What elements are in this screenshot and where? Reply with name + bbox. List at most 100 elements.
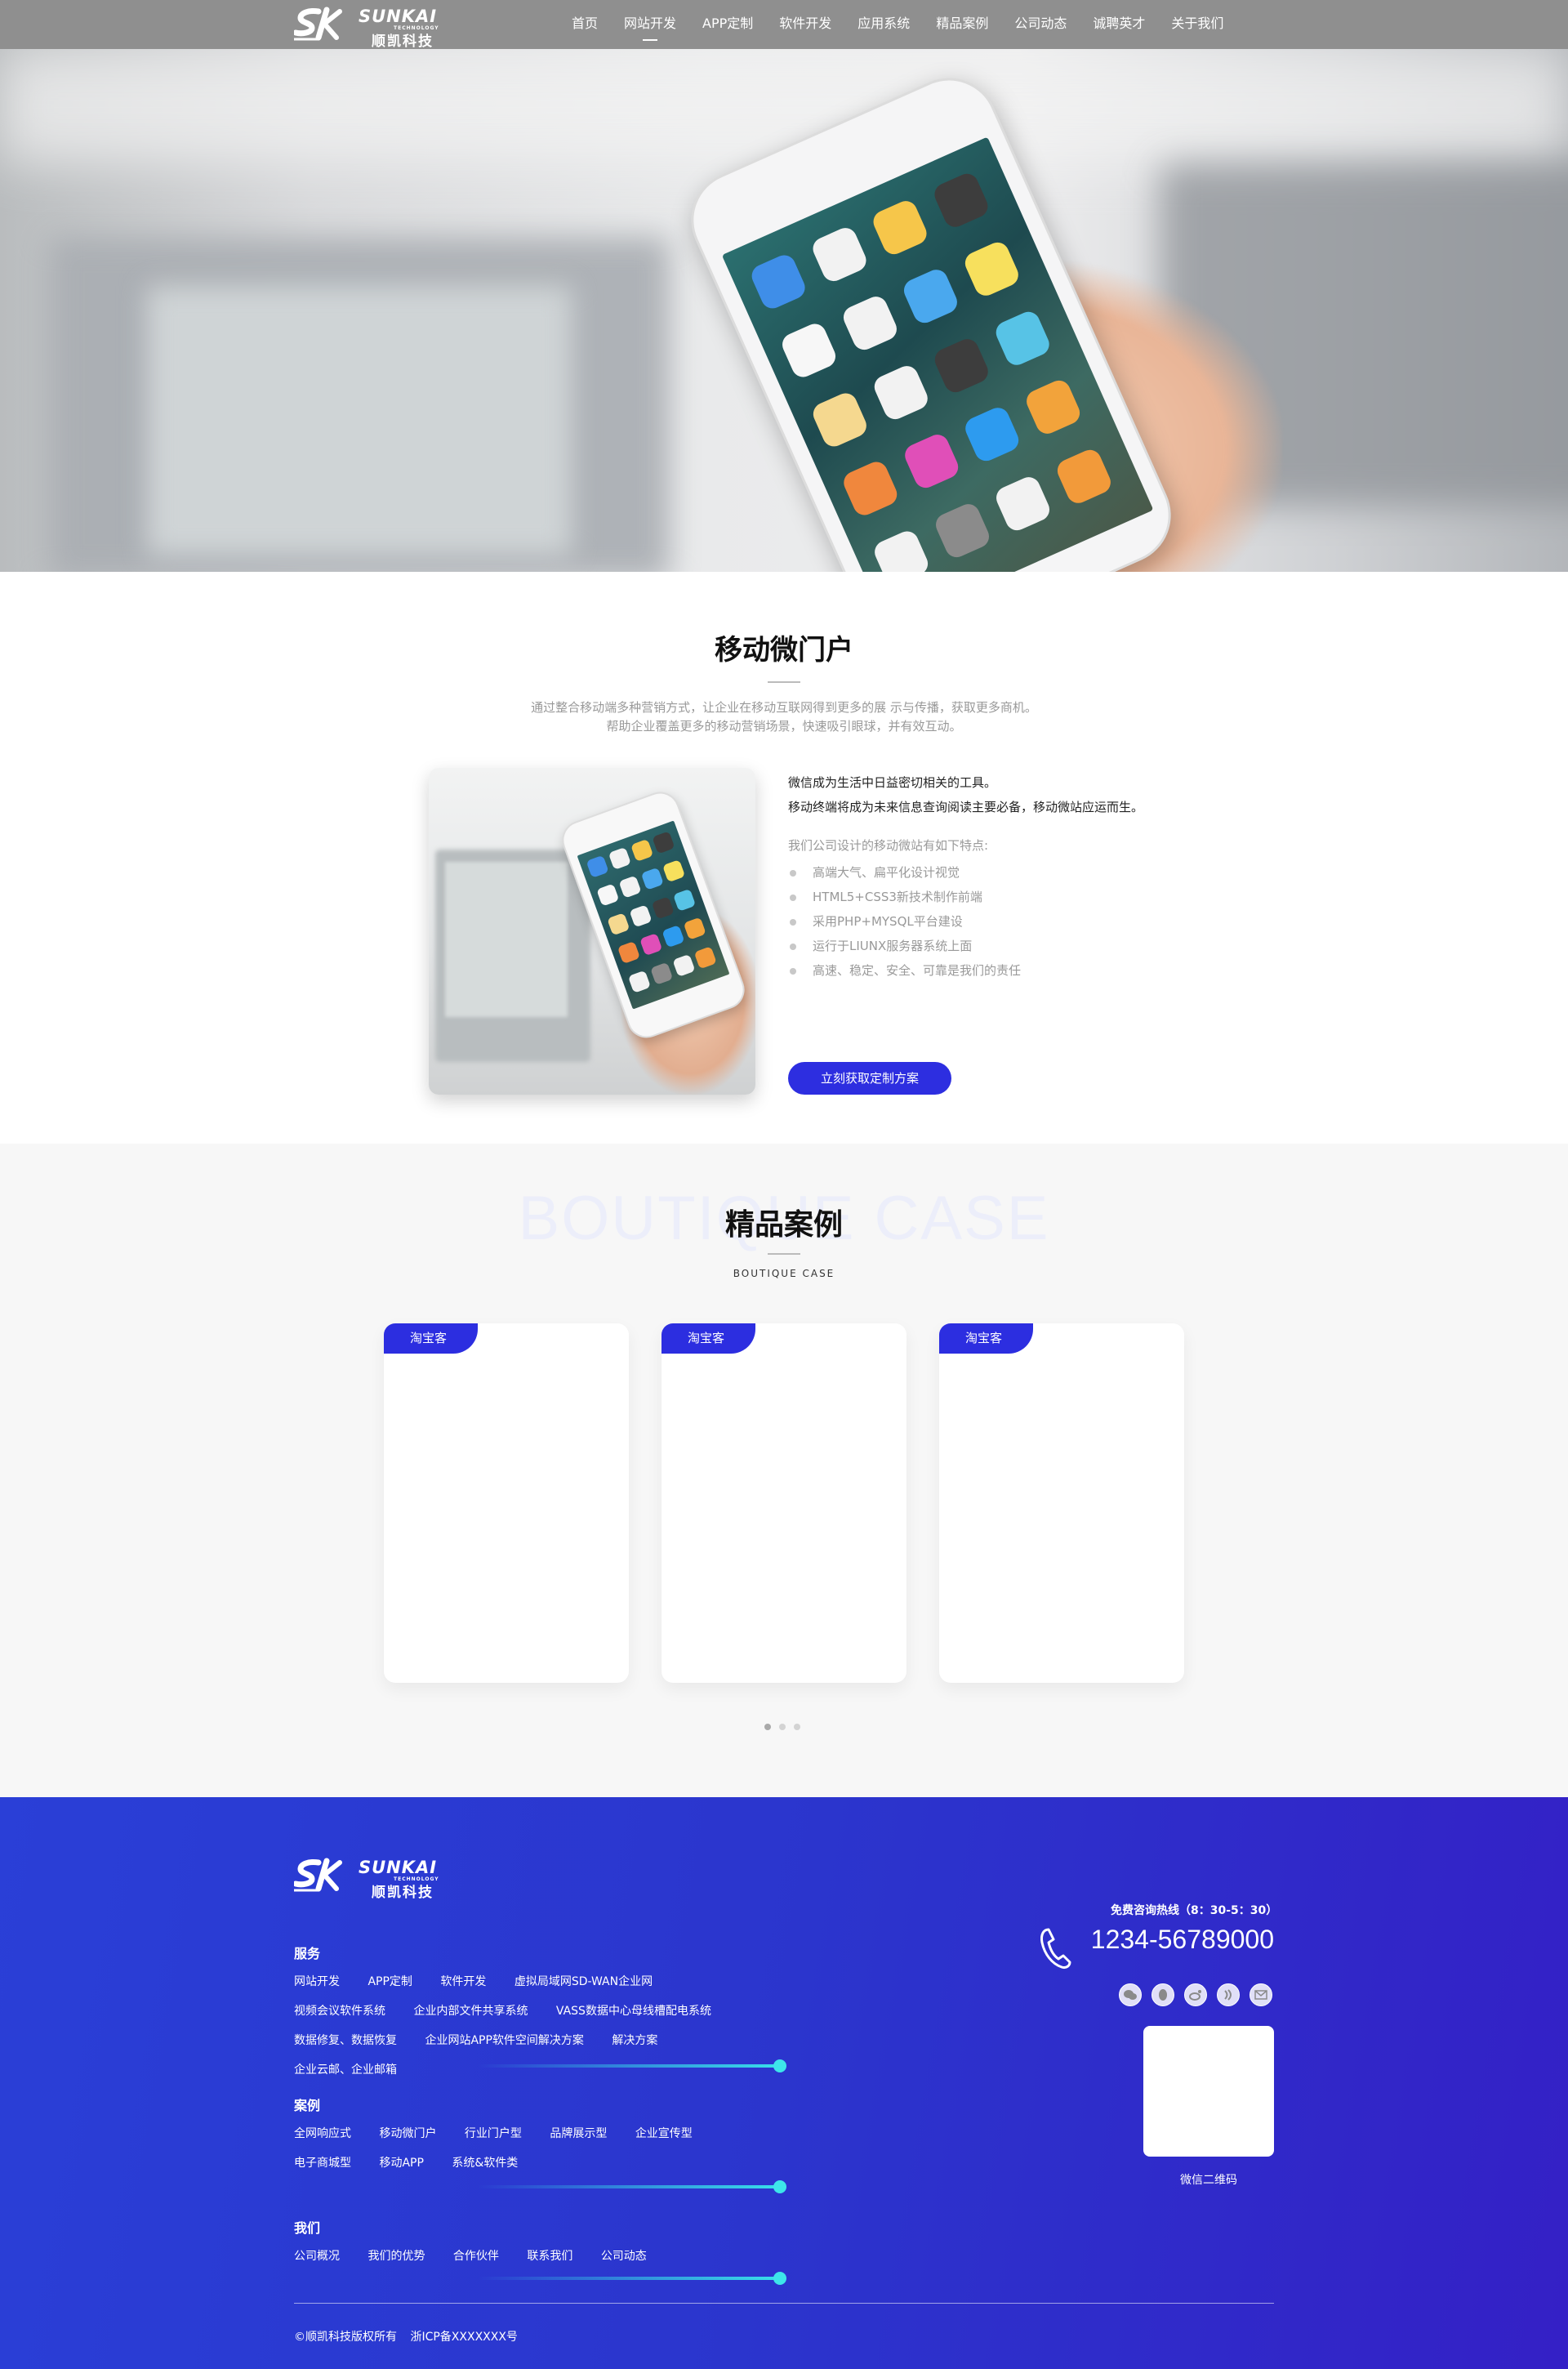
lead-line-1: 微信成为生活中日益密切相关的工具。 bbox=[788, 775, 997, 790]
cases-title: 精品案例 bbox=[724, 1208, 843, 1242]
footer-link[interactable]: 移动微门户 bbox=[379, 2127, 436, 2140]
app-icon bbox=[617, 941, 641, 965]
app-icon bbox=[961, 239, 1022, 300]
footer-links-about: 公司概况 我们的优势 合作伙伴 联系我们 公司动态 bbox=[294, 2242, 784, 2271]
footer-logo[interactable]: SUNKAI TECHNOLOGY 顺凯科技 bbox=[294, 1856, 449, 1901]
app-icon bbox=[651, 896, 675, 920]
footer-link[interactable]: 网站开发 bbox=[294, 1975, 340, 1988]
footer-link[interactable]: 解决方案 bbox=[612, 2034, 657, 2047]
social-links bbox=[1119, 1983, 1272, 2006]
mobile-portal-image bbox=[429, 768, 755, 1095]
app-icon bbox=[900, 266, 961, 328]
footer-link[interactable]: 全网响应式 bbox=[294, 2127, 351, 2140]
footer-link[interactable]: 公司动态 bbox=[601, 2250, 647, 2263]
app-icon bbox=[840, 293, 901, 355]
copyright: ©顺凯科技版权所有 浙ICP备XXXXXXX号 bbox=[294, 2328, 528, 2344]
case-card[interactable]: 淘宝客 bbox=[662, 1323, 906, 1683]
qr-label: 微信二维码 bbox=[1180, 2174, 1237, 2187]
nav-about[interactable]: 关于我们 bbox=[1171, 0, 1223, 49]
footer-link[interactable]: 数据修复、数据恢复 bbox=[294, 2034, 397, 2047]
mail-icon[interactable] bbox=[1250, 1983, 1272, 2006]
footer-divider bbox=[294, 2303, 1274, 2304]
footer-divider-bar bbox=[478, 2180, 786, 2193]
case-tag: 淘宝客 bbox=[939, 1323, 1033, 1354]
footer-link[interactable]: 公司概况 bbox=[294, 2250, 340, 2263]
footer-divider-bar bbox=[478, 2272, 786, 2285]
app-icon bbox=[901, 431, 962, 492]
nav-home[interactable]: 首页 bbox=[572, 0, 598, 49]
footer-link[interactable]: 品牌展示型 bbox=[550, 2127, 607, 2140]
app-icon bbox=[809, 389, 871, 450]
hero-banner bbox=[0, 49, 1568, 572]
hotline-number[interactable]: 1234-56789000 bbox=[1078, 1925, 1274, 1955]
footer-link[interactable]: 虚拟局域网SD-WAN企业网 bbox=[514, 1975, 653, 1988]
icp-number[interactable]: 浙ICP备XXXXXXX号 bbox=[410, 2331, 517, 2344]
app-icon bbox=[649, 961, 673, 985]
nav-careers[interactable]: 诚聘英才 bbox=[1093, 0, 1145, 49]
app-icon bbox=[870, 197, 930, 258]
footer-link[interactable]: 企业云邮、企业邮箱 bbox=[294, 2063, 397, 2077]
audio-icon[interactable] bbox=[1217, 1983, 1240, 2006]
feature-item: HTML5+CSS3新技术制作前端 bbox=[788, 885, 1147, 909]
footer-link[interactable]: 合作伙伴 bbox=[453, 2250, 499, 2263]
wechat-icon[interactable] bbox=[1119, 1983, 1142, 2006]
footer-link[interactable]: 电子商城型 bbox=[294, 2157, 351, 2170]
case-card[interactable]: 淘宝客 bbox=[939, 1323, 1184, 1683]
app-icon bbox=[693, 945, 717, 969]
site-footer: SUNKAI TECHNOLOGY 顺凯科技 服务 网站开发 APP定制 软件开… bbox=[0, 1797, 1568, 2369]
footer-link[interactable]: 我们的优势 bbox=[368, 2250, 425, 2263]
footer-link[interactable]: APP定制 bbox=[368, 1975, 412, 1988]
nav-systems[interactable]: 应用系统 bbox=[858, 0, 910, 49]
carousel-pagination bbox=[764, 1724, 800, 1730]
feature-text: 微信成为生活中日益密切相关的工具。 移动终端将成为未来信息查询阅读主要必备，移动… bbox=[788, 770, 1147, 983]
app-icon bbox=[930, 170, 991, 231]
footer-link[interactable]: 企业内部文件共享系统 bbox=[413, 2005, 528, 2018]
get-custom-plan-button[interactable]: 立刻获取定制方案 bbox=[788, 1062, 951, 1095]
nav-web-dev[interactable]: 网站开发 bbox=[624, 0, 676, 49]
footer-link[interactable]: 系统&软件类 bbox=[452, 2157, 518, 2170]
qq-icon[interactable] bbox=[1152, 1983, 1174, 2006]
footer-link[interactable]: 联系我们 bbox=[527, 2250, 572, 2263]
app-icon bbox=[748, 251, 809, 312]
nav-software[interactable]: 软件开发 bbox=[779, 0, 831, 49]
feature-item: 采用PHP+MYSQL平台建设 bbox=[788, 909, 1147, 934]
nav-news[interactable]: 公司动态 bbox=[1014, 0, 1067, 49]
footer-link[interactable]: 行业门户型 bbox=[465, 2127, 522, 2140]
cases-subtitle: BOUTIQUE CASE bbox=[733, 1268, 835, 1279]
pagination-dot[interactable] bbox=[779, 1724, 786, 1730]
app-icon bbox=[840, 458, 901, 520]
footer-link[interactable]: 视频会议软件系统 bbox=[294, 2005, 385, 2018]
case-card[interactable]: 淘宝客 bbox=[384, 1323, 629, 1683]
app-icon bbox=[662, 859, 686, 883]
app-icon bbox=[671, 953, 695, 977]
nav-cases[interactable]: 精品案例 bbox=[936, 0, 988, 49]
app-icon bbox=[652, 831, 675, 854]
app-icon bbox=[1053, 446, 1114, 507]
app-icon bbox=[607, 912, 630, 936]
nav-app[interactable]: APP定制 bbox=[702, 0, 753, 49]
footer-group-title-about: 我们 bbox=[294, 2220, 321, 2236]
app-icon bbox=[630, 839, 653, 863]
app-icon bbox=[1022, 377, 1084, 438]
logo-chinese: 顺凯科技 bbox=[372, 33, 434, 50]
footer-link[interactable]: VASS数据中心母线槽配电系统 bbox=[556, 2005, 711, 2018]
app-icon bbox=[661, 925, 685, 948]
app-icon bbox=[931, 335, 992, 396]
app-icon bbox=[808, 224, 870, 285]
app-icon bbox=[931, 500, 992, 561]
footer-link[interactable]: 企业宣传型 bbox=[635, 2127, 693, 2140]
footer-group-title-services: 服务 bbox=[294, 1946, 321, 1961]
footer-link[interactable]: 移动APP bbox=[379, 2157, 423, 2170]
footer-link[interactable]: 软件开发 bbox=[440, 1975, 486, 1988]
section-title: 移动微门户 bbox=[715, 634, 853, 667]
hotline-label: 免费咨询热线（8：30-5：30） bbox=[1111, 1904, 1278, 1917]
footer-links-cases: 全网响应式 移动微门户 行业门户型 品牌展示型 企业宣传型 电子商城型 移动AP… bbox=[294, 2119, 784, 2178]
app-icon bbox=[639, 933, 663, 957]
site-logo[interactable]: SUNKAI TECHNOLOGY 顺凯科技 bbox=[294, 5, 449, 50]
footer-link[interactable]: 企业网站APP软件空间解决方案 bbox=[425, 2034, 583, 2047]
top-header: SUNKAI TECHNOLOGY 顺凯科技 首页 网站开发 APP定制 软件开… bbox=[0, 0, 1568, 50]
pagination-dot[interactable] bbox=[764, 1724, 771, 1730]
app-icon bbox=[673, 888, 697, 912]
weibo-icon[interactable] bbox=[1184, 1983, 1207, 2006]
pagination-dot[interactable] bbox=[794, 1724, 800, 1730]
